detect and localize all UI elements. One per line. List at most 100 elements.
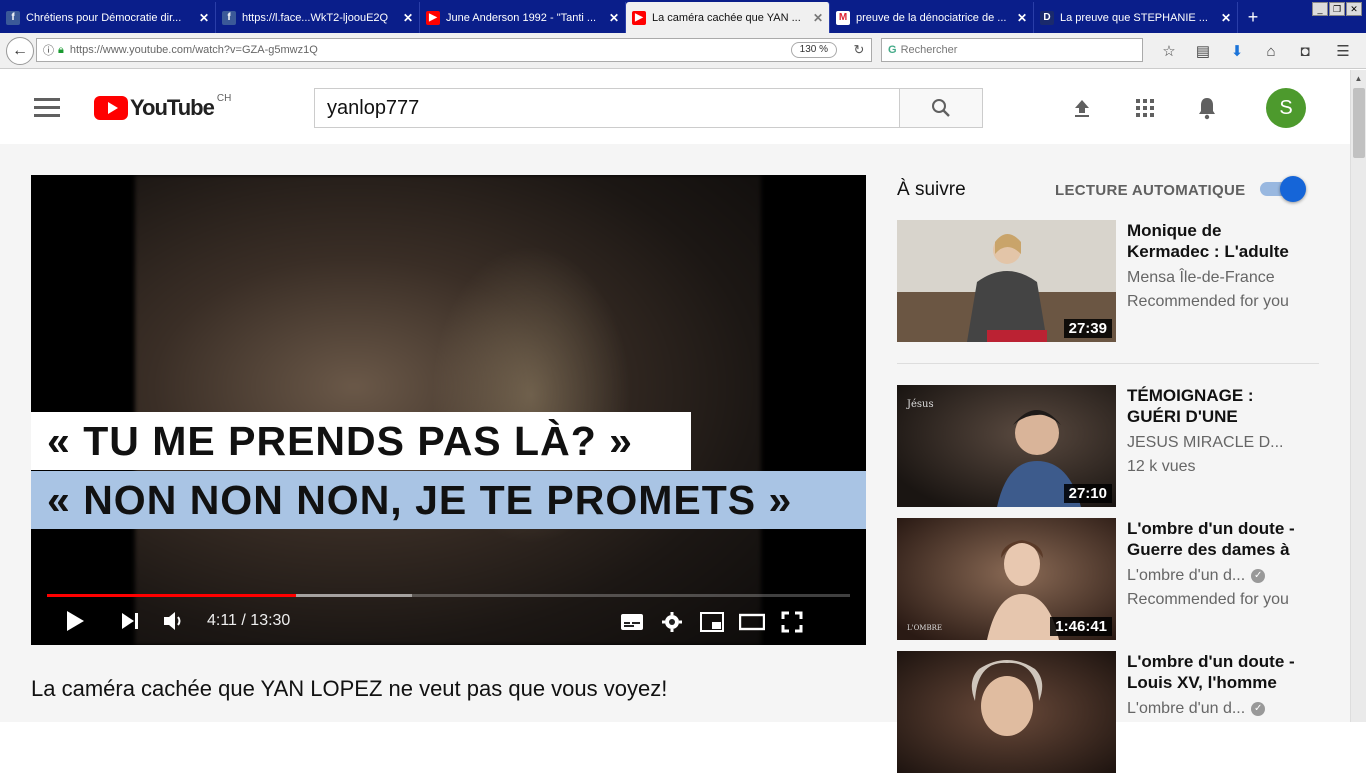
reading-list-icon[interactable]: ▤: [1186, 41, 1220, 61]
hamburger-menu-icon[interactable]: [34, 98, 60, 122]
recommendation-meta: Mensa Île-de-France Recommended for you: [1127, 266, 1302, 314]
video-thumbnail[interactable]: L'OMBRE 1:46:41: [897, 518, 1116, 640]
progress-bar[interactable]: [47, 594, 850, 597]
video-thumbnail[interactable]: 27:39: [897, 220, 1116, 342]
url-bar[interactable]: ⓘ 🔒︎ https://www.youtube.com/watch?v=GZA…: [36, 38, 872, 62]
recommendation-title[interactable]: Monique de Kermadec : L'adulte: [1127, 220, 1302, 262]
back-button[interactable]: ←: [6, 36, 34, 65]
video-caption-line-1: « TU ME PRENDS PAS LÀ? »: [31, 412, 691, 470]
verified-check-icon: ✓: [1251, 701, 1266, 716]
browser-tab[interactable]: D La preuve que STEPHANIE ... ✕: [1034, 2, 1238, 33]
url-text: https://www.youtube.com/watch?v=GZA-g5mw…: [69, 44, 318, 56]
fullscreen-button[interactable]: [779, 611, 805, 633]
browser-tab-label: https://l.face...WkT2-ljoouE2Q: [242, 11, 389, 24]
recommendation-reason: Recommended for you: [1127, 293, 1289, 310]
pocket-icon[interactable]: ◘: [1288, 41, 1322, 61]
browser-tab-label: La caméra cachée que YAN ...: [652, 11, 801, 24]
play-button[interactable]: [65, 607, 85, 635]
recommendation-item[interactable]: 27:39 Monique de Kermadec : L'adulte Men…: [897, 220, 1327, 344]
next-button[interactable]: [120, 607, 140, 635]
recommendation-item[interactable]: L'ombre d'un doute - Louis XV, l'homme L…: [897, 651, 1327, 775]
browser-tab[interactable]: f https://l.face...WkT2-ljoouE2Q ✕: [216, 2, 420, 33]
window-controls: _ ❐ ✕: [1312, 2, 1362, 16]
minimize-button[interactable]: _: [1312, 2, 1328, 16]
recommendation-reason: Recommended for you: [1127, 591, 1289, 608]
subtitles-button[interactable]: [619, 611, 645, 633]
youtube-play-icon: [94, 96, 128, 120]
fullscreen-icon: [781, 611, 803, 633]
recommendation-title[interactable]: L'ombre d'un doute - Louis XV, l'homme: [1127, 651, 1302, 693]
miniplayer-button[interactable]: [699, 611, 725, 633]
restore-button[interactable]: ❐: [1329, 2, 1345, 16]
autoplay-toggle[interactable]: [1260, 176, 1306, 202]
browser-tab-label: Chrétiens pour Démocratie dir...: [26, 11, 182, 24]
reload-icon[interactable]: ↻: [847, 42, 871, 58]
toggle-knob: [1280, 176, 1306, 202]
recommendation-title[interactable]: TÉMOIGNAGE : GUÉRI D'UNE: [1127, 385, 1302, 427]
window-close-button[interactable]: ✕: [1346, 2, 1362, 16]
dailymotion-icon: D: [1040, 10, 1054, 25]
notifications-bell-icon[interactable]: [1193, 94, 1221, 122]
facebook-icon: f: [6, 10, 20, 25]
page-scrollbar[interactable]: ▲: [1350, 70, 1366, 722]
upload-icon[interactable]: [1068, 94, 1096, 122]
up-next-heading: À suivre: [897, 179, 966, 200]
recommendation-meta: L'ombre d'un d... ✓: [1127, 697, 1302, 721]
video-title: La caméra cachée que YAN LOPEZ ne veut p…: [31, 676, 668, 701]
close-icon[interactable]: ✕: [1221, 11, 1231, 25]
volume-icon: [164, 612, 181, 630]
settings-button[interactable]: [659, 611, 685, 633]
browser-tab[interactable]: f Chrétiens pour Démocratie dir... ✕: [0, 2, 216, 33]
close-icon[interactable]: ✕: [403, 11, 413, 25]
browser-tab-bar: f Chrétiens pour Démocratie dir... ✕ f h…: [0, 0, 1366, 33]
video-player[interactable]: « TU ME PRENDS PAS LÀ? » « NON NON NON, …: [31, 175, 866, 645]
youtube-logo[interactable]: YouTube CH: [94, 93, 231, 121]
recommendation-channel: L'ombre d'un d...: [1127, 567, 1246, 584]
recommendation-views: 12 k vues: [1127, 458, 1196, 475]
search-input[interactable]: yanlop777: [314, 88, 900, 128]
zoom-indicator[interactable]: 130 %: [790, 42, 837, 58]
recommendation-title[interactable]: L'ombre d'un doute - Guerre des dames à: [1127, 518, 1302, 560]
recommendation-channel: JESUS MIRACLE D...: [1127, 434, 1284, 451]
apps-grid-icon[interactable]: [1131, 94, 1159, 122]
play-icon: [67, 611, 84, 631]
close-icon[interactable]: ✕: [609, 11, 619, 25]
recommendation-item[interactable]: Jésus 27:10 TÉMOIGNAGE : GUÉRI D'UNE JES…: [897, 385, 1327, 509]
browser-tab-label: June Anderson 1992 - "Tanti ...: [446, 11, 597, 24]
theater-mode-button[interactable]: [739, 611, 765, 633]
video-thumbnail[interactable]: [897, 651, 1116, 773]
close-icon[interactable]: ✕: [199, 11, 209, 25]
volume-button[interactable]: [162, 607, 186, 635]
search-button[interactable]: [899, 88, 983, 128]
close-icon[interactable]: ✕: [813, 11, 823, 25]
browser-tab[interactable]: M preuve de la dénociatrice de ... ✕: [830, 2, 1034, 33]
download-icon[interactable]: ⬇: [1220, 41, 1254, 61]
browser-tab-active[interactable]: ▶ La caméra cachée que YAN ... ✕: [626, 2, 830, 33]
video-caption-line-2: « NON NON NON, JE TE PROMETS »: [31, 471, 866, 529]
search-icon: [932, 99, 950, 117]
home-icon[interactable]: ⌂: [1254, 41, 1288, 61]
browser-search-placeholder: Rechercher: [900, 44, 958, 56]
facebook-icon: f: [222, 10, 236, 25]
info-icon[interactable]: ⓘ: [43, 42, 54, 58]
avatar[interactable]: S: [1266, 88, 1306, 128]
new-tab-button[interactable]: +: [1238, 2, 1268, 33]
scrollbar-thumb[interactable]: [1353, 88, 1365, 158]
miniplayer-icon: [700, 612, 724, 632]
bookmark-star-icon[interactable]: ☆: [1152, 41, 1186, 61]
progress-played: [47, 594, 296, 597]
duration-badge: 1:46:41: [1050, 617, 1112, 636]
close-icon[interactable]: ✕: [1017, 11, 1027, 25]
menu-icon[interactable]: ☰: [1326, 41, 1360, 61]
scroll-up-arrow-icon[interactable]: ▲: [1351, 70, 1366, 86]
gmail-icon: M: [836, 10, 850, 25]
video-thumbnail[interactable]: Jésus 27:10: [897, 385, 1116, 507]
browser-tab[interactable]: ▶ June Anderson 1992 - "Tanti ... ✕: [420, 2, 626, 33]
theater-mode-icon: [739, 613, 765, 631]
duration-badge: 27:39: [1063, 319, 1112, 338]
player-right-controls: [619, 609, 849, 635]
browser-search-input[interactable]: G Rechercher: [881, 38, 1143, 62]
autoplay-label: LECTURE AUTOMATIQUE: [1055, 182, 1246, 199]
recommendation-item[interactable]: L'OMBRE 1:46:41 L'ombre d'un doute - Gue…: [897, 518, 1327, 642]
search-engine-icon: G: [888, 44, 897, 56]
